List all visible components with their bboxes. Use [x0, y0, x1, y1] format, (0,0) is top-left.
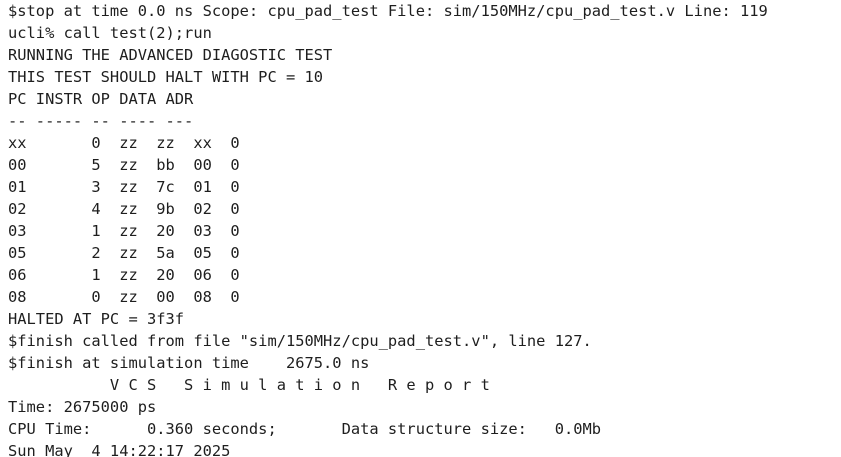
table-header-line: PC INSTR OP DATA ADR — [8, 90, 194, 108]
finish-called-line: $finish called from file "sim/150MHz/cpu… — [8, 332, 592, 350]
report-cpu-line: CPU Time: 0.360 seconds; Data structure … — [8, 420, 602, 438]
ucli-command-line: ucli% call test(2);run — [8, 24, 212, 42]
terminal-output[interactable]: $stop at time 0.0 ns Scope: cpu_pad_test… — [0, 0, 841, 457]
table-row: 02 4 zz 9b 02 0 — [8, 200, 240, 218]
report-time-line: Time: 2675000 ps — [8, 398, 157, 416]
stop-message-line: $stop at time 0.0 ns Scope: cpu_pad_test… — [8, 2, 768, 20]
table-row: 08 0 zz 00 08 0 — [8, 288, 240, 306]
table-row: xx 0 zz zz xx 0 — [8, 134, 240, 152]
halt-expectation-line: THIS TEST SHOULD HALT WITH PC = 10 — [8, 68, 324, 86]
table-row: 03 1 zz 20 03 0 — [8, 222, 240, 240]
halted-line: HALTED AT PC = 3f3f — [8, 310, 185, 328]
table-row: 06 1 zz 20 06 0 — [8, 266, 240, 284]
table-row: 01 3 zz 7c 01 0 — [8, 178, 240, 196]
terminal-lines: $stop at time 0.0 ns Scope: cpu_pad_test… — [8, 0, 841, 457]
table-separator-line: -- ----- -- ---- --- — [8, 112, 194, 130]
table-row: 05 2 zz 5a 05 0 — [8, 244, 240, 262]
report-title-line: V C S S i m u l a t i o n R e p o r t — [8, 376, 490, 394]
table-row: 00 5 zz bb 00 0 — [8, 156, 240, 174]
report-date-line: Sun May 4 14:22:17 2025 — [8, 442, 231, 457]
test-banner-line: RUNNING THE ADVANCED DIAGOSTIC TEST — [8, 46, 333, 64]
finish-time-line: $finish at simulation time 2675.0 ns — [8, 354, 370, 372]
